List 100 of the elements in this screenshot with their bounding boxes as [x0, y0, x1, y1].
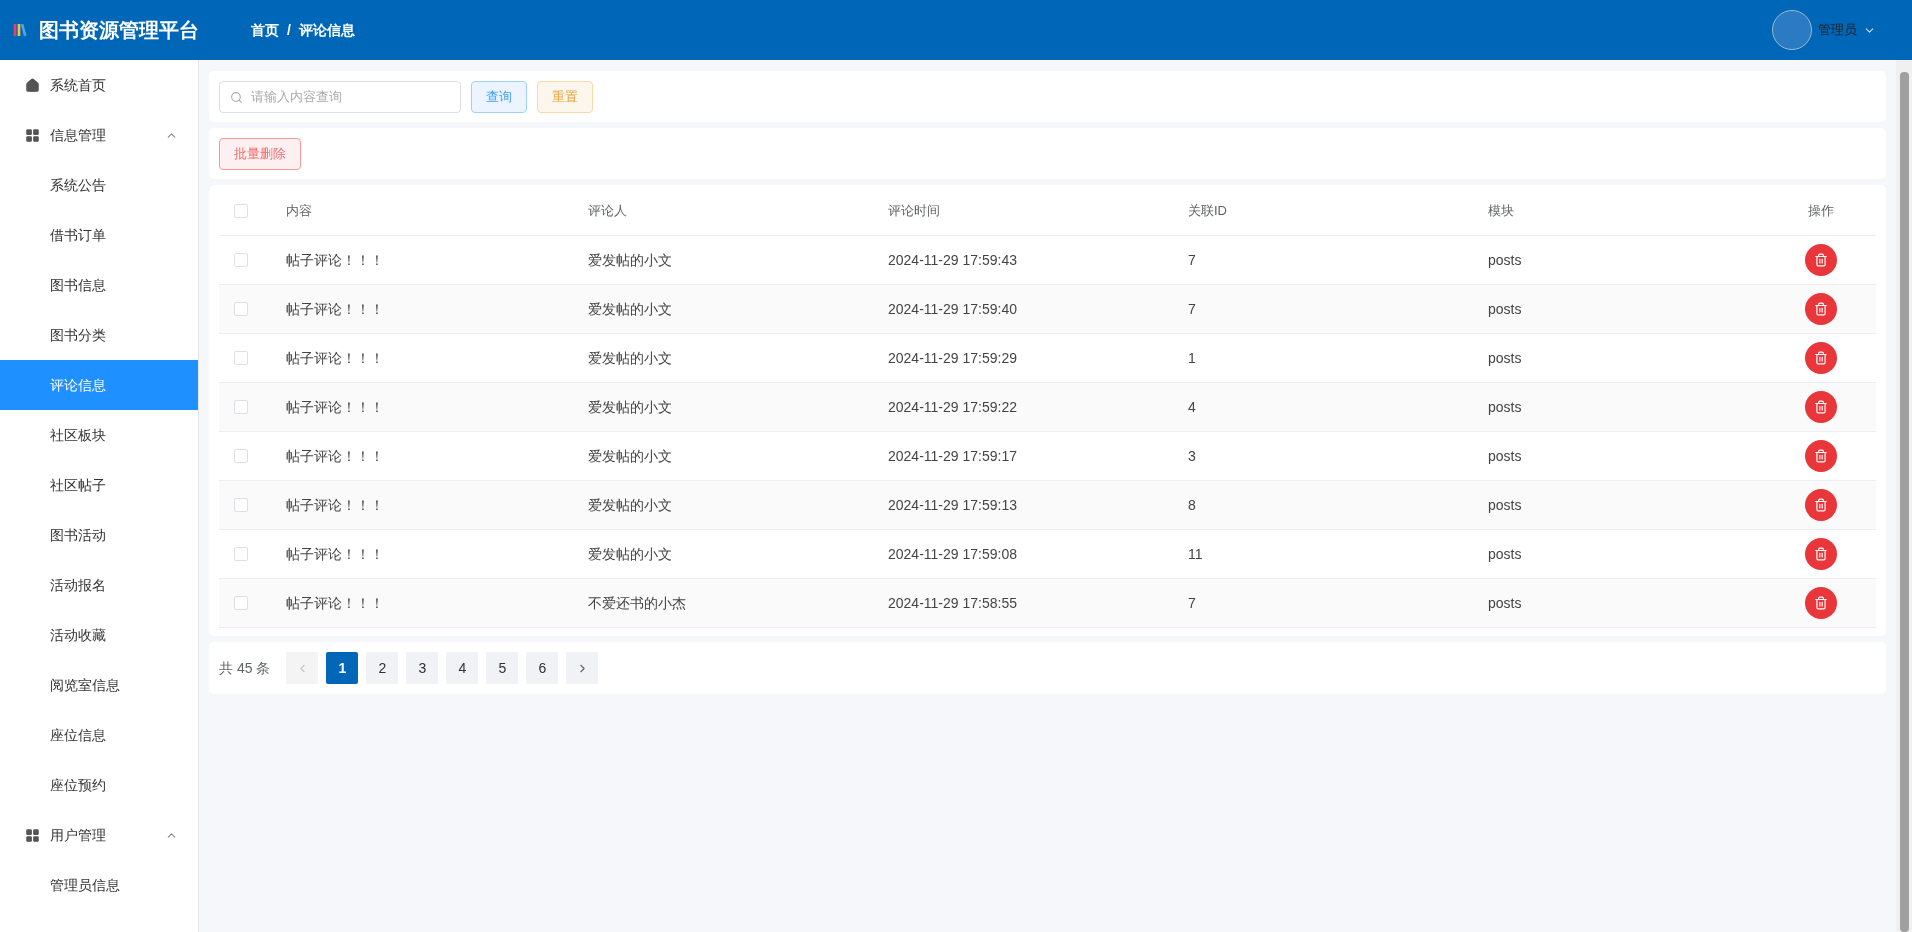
table-cell-text: 2024-11-29 17:59:17 — [888, 446, 1018, 466]
sidebar-item[interactable]: 系统首页 — [0, 60, 198, 110]
previous-page-button[interactable] — [286, 652, 319, 684]
sidebar-item[interactable]: 座位预约 — [0, 760, 198, 810]
column-header: 内容 — [286, 202, 313, 221]
page-button[interactable]: 1 — [326, 652, 359, 684]
row-checkbox[interactable] — [234, 302, 248, 316]
sidebar-item[interactable]: 活动收藏 — [0, 610, 198, 660]
delete-button[interactable] — [1805, 489, 1837, 521]
table-cell-text: 帖子评论！！！ — [286, 250, 385, 270]
row-checkbox[interactable] — [234, 498, 248, 512]
page-button[interactable]: 5 — [486, 652, 519, 684]
row-checkbox[interactable] — [234, 351, 248, 365]
breadcrumb-item[interactable]: 首页 — [251, 19, 279, 41]
table-cell-text: 2024-11-29 17:59:40 — [888, 299, 1018, 319]
sidebar-item[interactable]: 管理员信息 — [0, 860, 198, 910]
sidebar-item[interactable]: 图书活动 — [0, 510, 198, 560]
search-field[interactable]: 请输入内容查询 — [219, 80, 461, 113]
sidebar-item[interactable]: 社区帖子 — [0, 460, 198, 510]
row-checkbox[interactable] — [234, 400, 248, 414]
table-cell-text: 帖子评论！！！ — [286, 446, 385, 466]
row-checkbox[interactable] — [234, 547, 248, 561]
trash-icon — [1814, 449, 1828, 463]
table-cell-text: 爱发帖的小文 — [588, 250, 673, 270]
trash-icon — [1814, 596, 1828, 610]
grid-icon — [25, 127, 40, 143]
home-icon — [25, 77, 40, 93]
table-cell-text: 2024-11-29 17:59:29 — [888, 348, 1018, 368]
table-cell-text: 爱发帖的小文 — [588, 446, 673, 466]
delete-button[interactable] — [1805, 391, 1837, 423]
table-cell-text: 7 — [1188, 250, 1197, 270]
breadcrumb-separator: / — [287, 20, 291, 40]
table-cell-text: 4 — [1188, 397, 1197, 417]
page-button[interactable]: 3 — [406, 652, 439, 684]
search-icon — [230, 90, 243, 104]
avatar[interactable] — [1772, 10, 1812, 50]
delete-button[interactable] — [1805, 293, 1837, 325]
delete-button[interactable] — [1805, 244, 1837, 276]
sidebar-item[interactable]: 系统公告 — [0, 160, 198, 210]
column-header: 评论人 — [588, 202, 628, 221]
table-cell-text: 7 — [1188, 299, 1197, 319]
table-cell-text: 帖子评论！！！ — [286, 299, 385, 319]
trash-icon — [1814, 498, 1828, 512]
sidebar-item[interactable]: 阅览室信息 — [0, 660, 198, 710]
page-button[interactable]: 4 — [446, 652, 479, 684]
table-cell-text: posts — [1488, 250, 1523, 270]
trash-icon — [1814, 302, 1828, 316]
table-cell-text: 帖子评论！！！ — [286, 544, 385, 564]
row-checkbox[interactable] — [234, 596, 248, 610]
sidebar-item[interactable]: 活动报名 — [0, 560, 198, 610]
table-cell-text: 爱发帖的小文 — [588, 299, 673, 319]
sidebar-item[interactable]: 借书订单 — [0, 210, 198, 260]
trash-icon — [1814, 351, 1828, 365]
table-cell-text: 帖子评论！！！ — [286, 495, 385, 515]
table-cell-text: posts — [1488, 397, 1523, 417]
row-checkbox[interactable] — [234, 253, 248, 267]
grid-icon — [25, 827, 40, 843]
next-page-button[interactable] — [566, 652, 599, 684]
column-header: 模块 — [1488, 202, 1515, 221]
delete-button[interactable] — [1805, 538, 1837, 570]
table-cell-text: posts — [1488, 348, 1523, 368]
table-cell-text: 2024-11-29 17:59:43 — [888, 250, 1018, 270]
sidebar-item[interactable]: 图书分类 — [0, 310, 198, 360]
total-count: 共 45 条 — [219, 658, 271, 678]
sidebar-item[interactable]: 图书信息 — [0, 260, 198, 310]
breadcrumb-item[interactable]: 评论信息 — [298, 19, 355, 41]
table-cell-text: posts — [1488, 544, 1523, 564]
table-cell-text: 爱发帖的小文 — [588, 397, 673, 417]
trash-icon — [1814, 400, 1828, 414]
table-cell-text: 帖子评论！！！ — [286, 348, 385, 368]
table-cell-text: posts — [1488, 446, 1523, 466]
table-cell-text: 7 — [1188, 593, 1197, 613]
page-button[interactable]: 2 — [366, 652, 399, 684]
table-cell-text: 1 — [1188, 348, 1197, 368]
column-header: 关联ID — [1188, 202, 1228, 221]
select-all-checkbox[interactable] — [234, 204, 248, 218]
table-cell-text: 2024-11-29 17:59:08 — [888, 544, 1018, 564]
scrollbar[interactable] — [1896, 60, 1912, 932]
delete-button[interactable] — [1805, 440, 1837, 472]
table-cell-text: 8 — [1188, 495, 1197, 515]
page-button[interactable]: 6 — [526, 652, 559, 684]
trash-icon — [1814, 547, 1828, 561]
table-cell-text: 爱发帖的小文 — [588, 348, 673, 368]
table-cell-text: 帖子评论！！！ — [286, 593, 385, 613]
sidebar-item[interactable]: 座位信息 — [0, 710, 198, 760]
column-header: 操作 — [1808, 202, 1834, 221]
delete-button[interactable] — [1805, 342, 1837, 374]
trash-icon — [1814, 253, 1828, 267]
table-cell-text: posts — [1488, 593, 1523, 613]
scrollbar-thumb[interactable] — [1899, 72, 1909, 932]
table-cell-text: 爱发帖的小文 — [588, 495, 673, 515]
row-checkbox[interactable] — [234, 449, 248, 463]
table-cell-text: posts — [1488, 495, 1523, 515]
sidebar-group[interactable]: 用户管理 — [0, 810, 198, 860]
sidebar-group[interactable]: 信息管理 — [0, 110, 198, 160]
table-cell-text: 爱发帖的小文 — [588, 544, 673, 564]
table-cell-text: 2024-11-29 17:58:55 — [888, 593, 1018, 613]
delete-button[interactable] — [1805, 587, 1837, 619]
table-cell-text: 帖子评论！！！ — [286, 397, 385, 417]
sidebar-item[interactable]: 社区板块 — [0, 410, 198, 460]
